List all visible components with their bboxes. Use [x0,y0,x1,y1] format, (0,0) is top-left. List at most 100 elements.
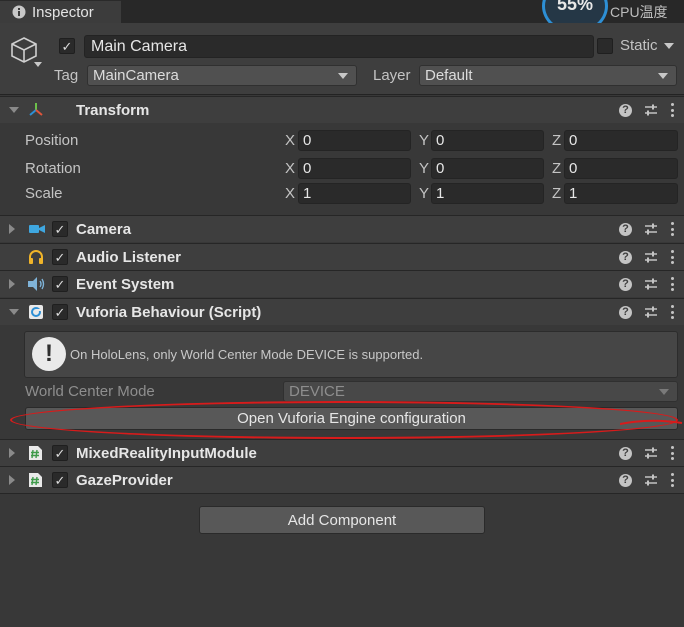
enabled-checkbox[interactable]: ✓ [52,276,68,292]
scale-z-field[interactable]: 1 [564,183,678,204]
chevron-down-icon[interactable] [34,62,42,67]
foldout-collapsed-icon[interactable] [9,224,15,234]
script-hash-icon [29,473,42,487]
help-icon[interactable]: ? [619,222,632,236]
help-icon[interactable]: ? [619,446,632,460]
component-title: Transform [76,101,150,119]
vuforia-icon [29,305,43,319]
component-title: MixedRealityInputModule [76,444,257,462]
rotation-z-field[interactable]: 0 [564,158,678,179]
foldout-expanded-icon[interactable] [9,309,19,315]
axis-y-label[interactable]: Y [419,185,429,202]
tag-label: Tag [54,67,79,84]
more-options-icon[interactable] [670,250,674,264]
enabled-checkbox[interactable]: ✓ [52,304,68,320]
open-vuforia-config-button[interactable]: Open Vuforia Engine configuration [25,407,678,430]
layer-dropdown[interactable]: Default [419,65,677,86]
component-vuforia-behaviour[interactable]: ✓ Vuforia Behaviour (Script) ? [0,298,684,325]
foldout-expanded-icon[interactable] [9,107,19,113]
preset-icon[interactable] [644,446,658,460]
preset-icon[interactable] [644,250,658,264]
preset-icon[interactable] [644,103,658,117]
scale-x-field[interactable]: 1 [298,183,411,204]
tag-dropdown[interactable]: MainCamera [87,65,357,86]
world-center-mode-label: World Center Mode [25,383,155,400]
help-icon[interactable]: ? [619,305,632,319]
tag-value: MainCamera [93,67,179,84]
info-icon [12,5,26,19]
object-name-field[interactable]: Main Camera [84,35,594,58]
event-system-icon [28,277,45,291]
component-title: Event System [76,275,175,293]
chevron-down-icon [659,388,669,395]
more-options-icon[interactable] [670,446,674,460]
red-annotation-tail [620,419,683,425]
camera-icon [29,225,45,233]
component-gaze-provider[interactable]: ✓ GazeProvider ? [0,466,684,494]
position-x-field[interactable]: 0 [298,130,411,151]
more-options-icon[interactable] [670,305,674,319]
preset-icon[interactable] [644,277,658,291]
component-mixed-reality-input-module[interactable]: ✓ MixedRealityInputModule ? [0,439,684,466]
component-audio-listener[interactable]: ✓ Audio Listener ? [0,243,684,270]
more-options-icon[interactable] [670,277,674,291]
axis-x-label[interactable]: X [285,132,295,149]
preset-icon[interactable] [644,222,658,236]
add-component-button[interactable]: Add Component [199,506,485,534]
more-options-icon[interactable] [670,103,674,117]
axis-z-label[interactable]: Z [552,185,561,202]
component-transform[interactable]: Transform ? [0,96,684,123]
chevron-down-icon [658,72,668,79]
axis-z-label[interactable]: Z [552,160,561,177]
foldout-collapsed-icon[interactable] [9,279,15,289]
preset-icon[interactable] [644,305,658,319]
axis-x-label[interactable]: X [285,160,295,177]
static-dropdown-caret[interactable] [664,43,674,49]
rotation-x-field[interactable]: 0 [298,158,411,179]
tab-label: Inspector [32,3,94,21]
tab-inspector[interactable]: Inspector [0,0,121,23]
help-icon[interactable]: ? [619,103,632,117]
component-event-system[interactable]: ✓ Event System ? [0,270,684,297]
gameobject-cube-icon [11,37,37,63]
component-title: GazeProvider [76,471,173,489]
axis-y-label[interactable]: Y [419,132,429,149]
foldout-collapsed-icon[interactable] [9,448,15,458]
help-message: On HoloLens, only World Center Mode DEVI… [70,347,424,362]
static-label: Static [620,37,658,54]
axis-z-label[interactable]: Z [552,132,561,149]
position-y-field[interactable]: 0 [431,130,544,151]
world-center-mode-value: DEVICE [289,383,345,400]
component-camera[interactable]: ✓ Camera ? [0,215,684,242]
more-options-icon[interactable] [670,222,674,236]
enabled-checkbox[interactable]: ✓ [52,472,68,488]
axis-y-label[interactable]: Y [419,160,429,177]
scale-y-field[interactable]: 1 [431,183,544,204]
layer-value: Default [425,67,473,84]
headphones-icon [29,250,43,264]
help-box: ! On HoloLens, only World Center Mode DE… [24,331,678,378]
enabled-checkbox[interactable]: ✓ [52,249,68,265]
preset-icon[interactable] [644,473,658,487]
cpu-percent: 55% [556,0,594,14]
help-icon[interactable]: ? [619,277,632,291]
position-label: Position [25,132,79,149]
foldout-collapsed-icon[interactable] [9,475,15,485]
component-title: Camera [76,220,132,238]
active-checkbox[interactable]: ✓ [59,38,75,54]
help-icon[interactable]: ? [619,473,632,487]
world-center-mode-dropdown[interactable]: DEVICE [283,381,678,402]
chevron-down-icon [338,72,348,79]
scale-label: Scale [25,185,63,202]
enabled-checkbox[interactable]: ✓ [52,221,68,237]
help-icon[interactable]: ? [619,250,632,264]
layer-label: Layer [373,67,411,84]
enabled-checkbox[interactable]: ✓ [52,445,68,461]
script-hash-icon [29,446,42,460]
static-checkbox[interactable]: ✓ [597,38,613,54]
rotation-y-field[interactable]: 0 [431,158,544,179]
more-options-icon[interactable] [670,473,674,487]
cpu-label: CPU温度 [610,4,668,20]
position-z-field[interactable]: 0 [564,130,678,151]
axis-x-label[interactable]: X [285,185,295,202]
